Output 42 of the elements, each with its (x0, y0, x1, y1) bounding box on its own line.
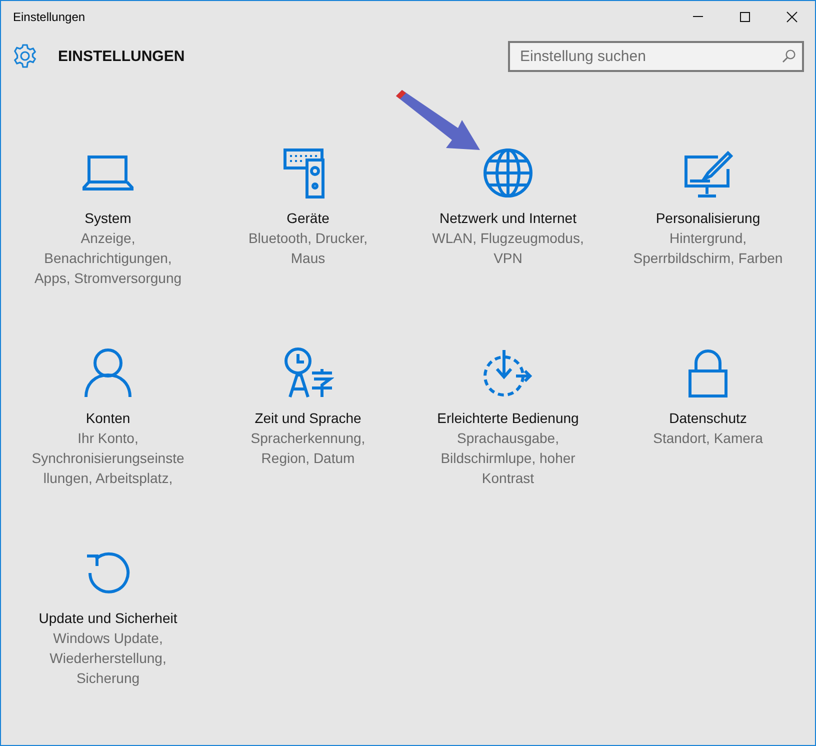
tile-title[interactable]: System (84, 208, 132, 228)
minimize-icon (692, 16, 702, 17)
page-title: EINSTELLUNGEN (58, 48, 186, 64)
tile-description: Region, Datum (261, 449, 355, 468)
tile-description: Anzeige, (80, 229, 136, 248)
tile-title[interactable]: Geräte (286, 208, 330, 228)
settings-icon (12, 43, 38, 69)
tile-description: Sperrbildschirm, Farben (633, 249, 783, 268)
tile-title[interactable]: Update und Sicherheit (38, 608, 178, 628)
tile-description: Spracherkennung, (250, 429, 366, 448)
tile-description: Maus (290, 249, 326, 268)
tile-title[interactable]: Datenschutz (669, 408, 747, 428)
ease-of-access-icon[interactable] (482, 347, 534, 399)
tile-description: Kontrast (482, 469, 534, 488)
tile-description: Benachrichtigungen, (44, 249, 172, 268)
person-icon[interactable] (82, 347, 134, 399)
globe-icon[interactable] (482, 147, 534, 199)
tile-description: Bildschirmlupe, hoher (440, 449, 576, 468)
tile-description: Wiederherstellung, (50, 649, 166, 668)
tile-description: llungen, Arbeitsplatz, (43, 469, 173, 488)
tile-title[interactable]: Erleichterte Bedienung (437, 408, 579, 428)
tile-description: Sprachausgabe, (457, 429, 559, 448)
tile-description: Windows Update, (53, 629, 163, 648)
clock-language-icon[interactable] (282, 347, 334, 399)
tile-description: Standort, Kamera (653, 429, 763, 448)
window-title: Einstellungen (13, 10, 86, 24)
tile-description: Ihr Konto, (78, 429, 138, 448)
close-icon (786, 10, 798, 22)
tile-title[interactable]: Personalisierung (656, 208, 760, 228)
tile-description: VPN (494, 249, 522, 268)
tile-title[interactable]: Zeit und Sprache (254, 408, 362, 428)
tile-description: Sicherung (76, 669, 140, 688)
tile-description: WLAN, Flugzeugmodus, (432, 229, 584, 248)
tile-title[interactable]: Konten (86, 408, 130, 428)
tile-description: Hintergrund, (669, 229, 747, 248)
tile-description: Apps, Stromversorgung (34, 269, 182, 288)
tile-description: Bluetooth, Drucker, (248, 229, 368, 248)
maximize-icon (738, 10, 750, 22)
tile-description: Synchronisierungseinste (32, 449, 184, 468)
tile-title[interactable]: Netzwerk und Internet (440, 208, 576, 228)
search-field[interactable]: Einstellung suchen (508, 40, 804, 72)
search-icon (782, 48, 796, 62)
